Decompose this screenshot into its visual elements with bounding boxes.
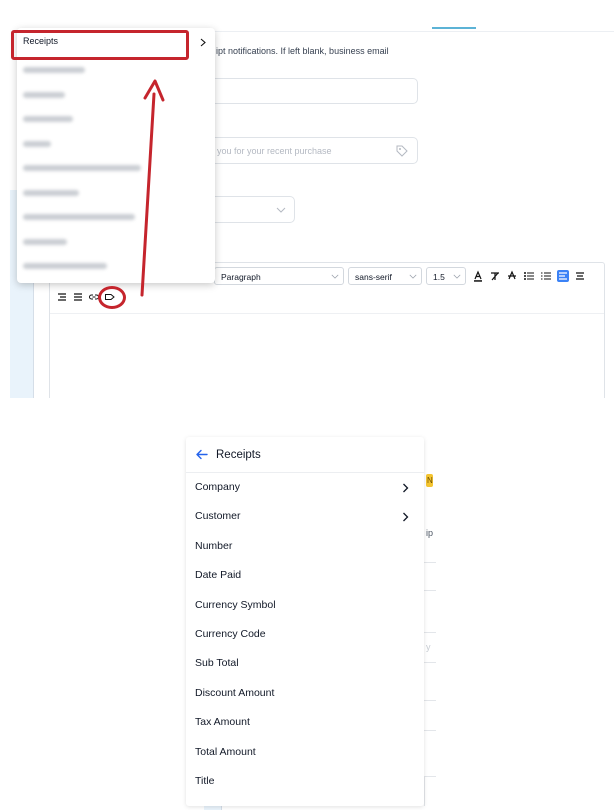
back-arrow-icon[interactable]: [195, 449, 208, 460]
background-field-edge: [424, 662, 436, 663]
font-select-label: sans-serif: [355, 272, 392, 282]
menu-item-number[interactable]: Number: [186, 532, 424, 561]
menu-item-label: Number: [195, 539, 233, 552]
blurred-menu-item[interactable]: [23, 67, 85, 73]
menu-item-label: Total Amount: [195, 745, 256, 758]
chevron-right-icon: [200, 38, 206, 47]
background-field-edge: [424, 632, 436, 633]
format-toolbar: [472, 269, 586, 283]
bullet-list-icon[interactable]: [523, 270, 535, 282]
tag-icon[interactable]: [395, 144, 409, 158]
blurred-menu-item[interactable]: [23, 190, 79, 196]
menu-item-company[interactable]: Company: [186, 473, 424, 502]
menu-item-label: Title: [195, 774, 215, 787]
panel-title: Receipts: [216, 448, 261, 461]
chevron-down-icon: [276, 207, 286, 213]
menu-item-label: Currency Symbol: [195, 598, 276, 611]
menu-item-label: Tax Amount: [195, 716, 250, 729]
blurred-menu-item[interactable]: [23, 165, 141, 171]
menu-item-label: Sub Total: [195, 657, 239, 670]
line-height-label: 1.5: [433, 272, 445, 282]
menu-item-label: Date Paid: [195, 569, 242, 582]
menu-item-date-paid[interactable]: Date Paid: [186, 561, 424, 590]
menu-item-tax-amount[interactable]: Tax Amount: [186, 708, 424, 737]
background-text-fragment: y: [426, 642, 431, 652]
paragraph-select[interactable]: Paragraph: [214, 267, 344, 285]
menu-item-total-amount[interactable]: Total Amount: [186, 738, 424, 767]
helper-text: ipt notifications. If left blank, busine…: [216, 46, 389, 56]
align-justify-icon[interactable]: [72, 291, 84, 303]
top-screenshot: ipt notifications. If left blank, busine…: [0, 0, 614, 398]
background-field-edge: [424, 562, 436, 563]
background-field-edge: [424, 700, 436, 701]
annotation-highlight-box: [11, 30, 189, 60]
chevron-down-icon: [331, 274, 339, 279]
menu-item-customer[interactable]: Customer: [186, 502, 424, 531]
email-field[interactable]: [200, 78, 418, 104]
menu-item-title[interactable]: Title: [186, 767, 424, 796]
active-tab-indicator: [432, 27, 476, 29]
font-select[interactable]: sans-serif: [348, 267, 422, 285]
chevron-down-icon: [453, 274, 461, 279]
paragraph-select-label: Paragraph: [221, 272, 261, 282]
chevron-right-icon: [403, 483, 409, 493]
menu-item-discount-amount[interactable]: Discount Amount: [186, 679, 424, 708]
align-right-icon[interactable]: [56, 291, 68, 303]
background-field-edge: [424, 776, 436, 777]
variables-list: Company Customer Number Date Paid Currency S…: [186, 473, 424, 796]
menu-item-sub-total[interactable]: Sub Total: [186, 649, 424, 678]
menu-item-label: Discount Amount: [195, 686, 275, 699]
blurred-menu-item[interactable]: [23, 92, 65, 98]
chevron-down-icon: [409, 274, 417, 279]
background-field-edge: [424, 730, 436, 731]
menu-item-label: Company: [195, 481, 240, 493]
blurred-menu-item[interactable]: [23, 214, 135, 220]
numbered-list-icon[interactable]: [540, 270, 552, 282]
menu-item-label: Customer: [195, 510, 241, 523]
status-badge: N: [426, 474, 433, 487]
line-height-select[interactable]: 1.5: [426, 267, 466, 285]
tab-divider: [214, 31, 614, 32]
background-field-edge: [424, 776, 425, 806]
panel-header[interactable]: Receipts: [186, 437, 424, 473]
annotation-highlight-circle: [98, 286, 126, 309]
blurred-menu-item[interactable]: [23, 141, 51, 147]
background-field-edge: [424, 590, 436, 591]
strikethrough-icon[interactable]: [506, 270, 518, 282]
align-center-icon[interactable]: [574, 270, 586, 282]
align-left-icon[interactable]: [557, 270, 569, 282]
text-color-icon[interactable]: [472, 270, 484, 282]
variables-dropdown: Receipts: [17, 28, 215, 283]
blurred-menu-item[interactable]: [23, 116, 73, 122]
clear-format-icon[interactable]: [489, 270, 501, 282]
blurred-menu-item[interactable]: [23, 263, 107, 269]
blurred-menu-item[interactable]: [23, 239, 67, 245]
editor-divider: [50, 313, 604, 314]
receipts-variables-panel: Receipts Company Customer Number Date Paid C…: [186, 437, 424, 806]
menu-item-currency-code[interactable]: Currency Code: [186, 620, 424, 649]
subject-placeholder: you for your recent purchase: [217, 146, 332, 156]
background-text-fragment: ip: [426, 528, 434, 538]
subject-field[interactable]: you for your recent purchase: [200, 137, 418, 164]
menu-item-currency-symbol[interactable]: Currency Symbol: [186, 591, 424, 620]
chevron-right-icon: [403, 512, 409, 522]
menu-item-label: Currency Code: [195, 627, 266, 640]
